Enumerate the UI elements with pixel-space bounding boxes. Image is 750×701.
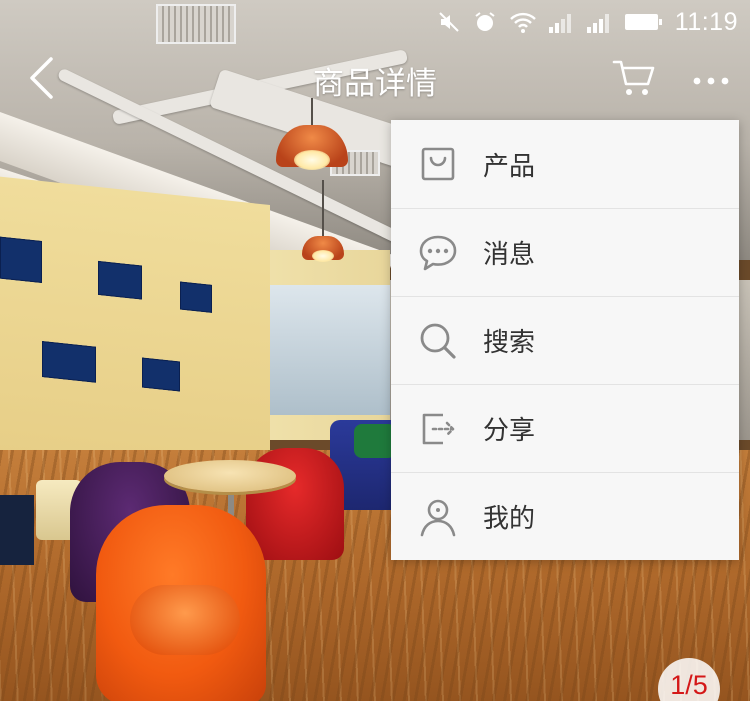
- photo-glass-wall: [270, 285, 390, 415]
- photo-lamp-cord: [322, 180, 324, 238]
- profile-icon: [417, 496, 459, 538]
- back-button[interactable]: [18, 54, 66, 106]
- alarm-icon: [473, 8, 497, 36]
- menu-item-label: 分享: [483, 416, 536, 446]
- more-horizontal-icon: [692, 71, 730, 90]
- search-icon: [417, 320, 459, 362]
- photo-wall-panel: [142, 357, 180, 392]
- photo-lamp-light: [294, 150, 330, 170]
- menu-item-label: 消息: [483, 240, 536, 270]
- photo-cabinet: [0, 495, 34, 565]
- cart-icon: [612, 58, 656, 102]
- mute-icon: [437, 8, 461, 36]
- photo-wall-panel: [0, 236, 42, 284]
- message-bubble-icon: [417, 232, 459, 274]
- signal-2-icon: [586, 8, 613, 36]
- battery-icon: [624, 8, 663, 36]
- pager-text: 1/5: [670, 670, 708, 700]
- menu-item-label: 我的: [483, 504, 536, 534]
- menu-item-message[interactable]: 消息: [391, 208, 739, 296]
- signal-1-icon: [548, 8, 575, 36]
- menu-item-product[interactable]: 产品: [391, 120, 739, 208]
- top-navbar: 商品详情: [0, 44, 750, 118]
- cart-button[interactable]: [606, 52, 662, 108]
- photo-wall-panel: [180, 281, 212, 313]
- photo-table: [164, 460, 296, 492]
- photo-lamp-light: [312, 250, 334, 262]
- menu-item-search[interactable]: 搜索: [391, 296, 739, 384]
- chevron-left-icon: [27, 56, 57, 104]
- photo-wall-panel: [98, 260, 142, 300]
- more-menu: 产品 消息 搜索 分享 我的: [391, 120, 739, 560]
- more-button[interactable]: [686, 58, 736, 102]
- share-icon: [417, 408, 459, 450]
- product-bag-icon: [417, 143, 459, 185]
- photo-wall-panel: [42, 341, 96, 383]
- photo-orange-chair-seat: [130, 585, 240, 655]
- status-bar: 11:19: [0, 0, 750, 44]
- status-icons: 11:19: [437, 8, 738, 36]
- menu-item-label: 产品: [483, 151, 536, 182]
- wifi-icon: [509, 8, 537, 36]
- menu-item-label: 搜索: [483, 328, 536, 358]
- photo-cushion: [354, 424, 396, 458]
- status-time: 11:19: [674, 7, 738, 36]
- menu-item-mine[interactable]: 我的: [391, 472, 739, 560]
- menu-item-share[interactable]: 分享: [391, 384, 739, 472]
